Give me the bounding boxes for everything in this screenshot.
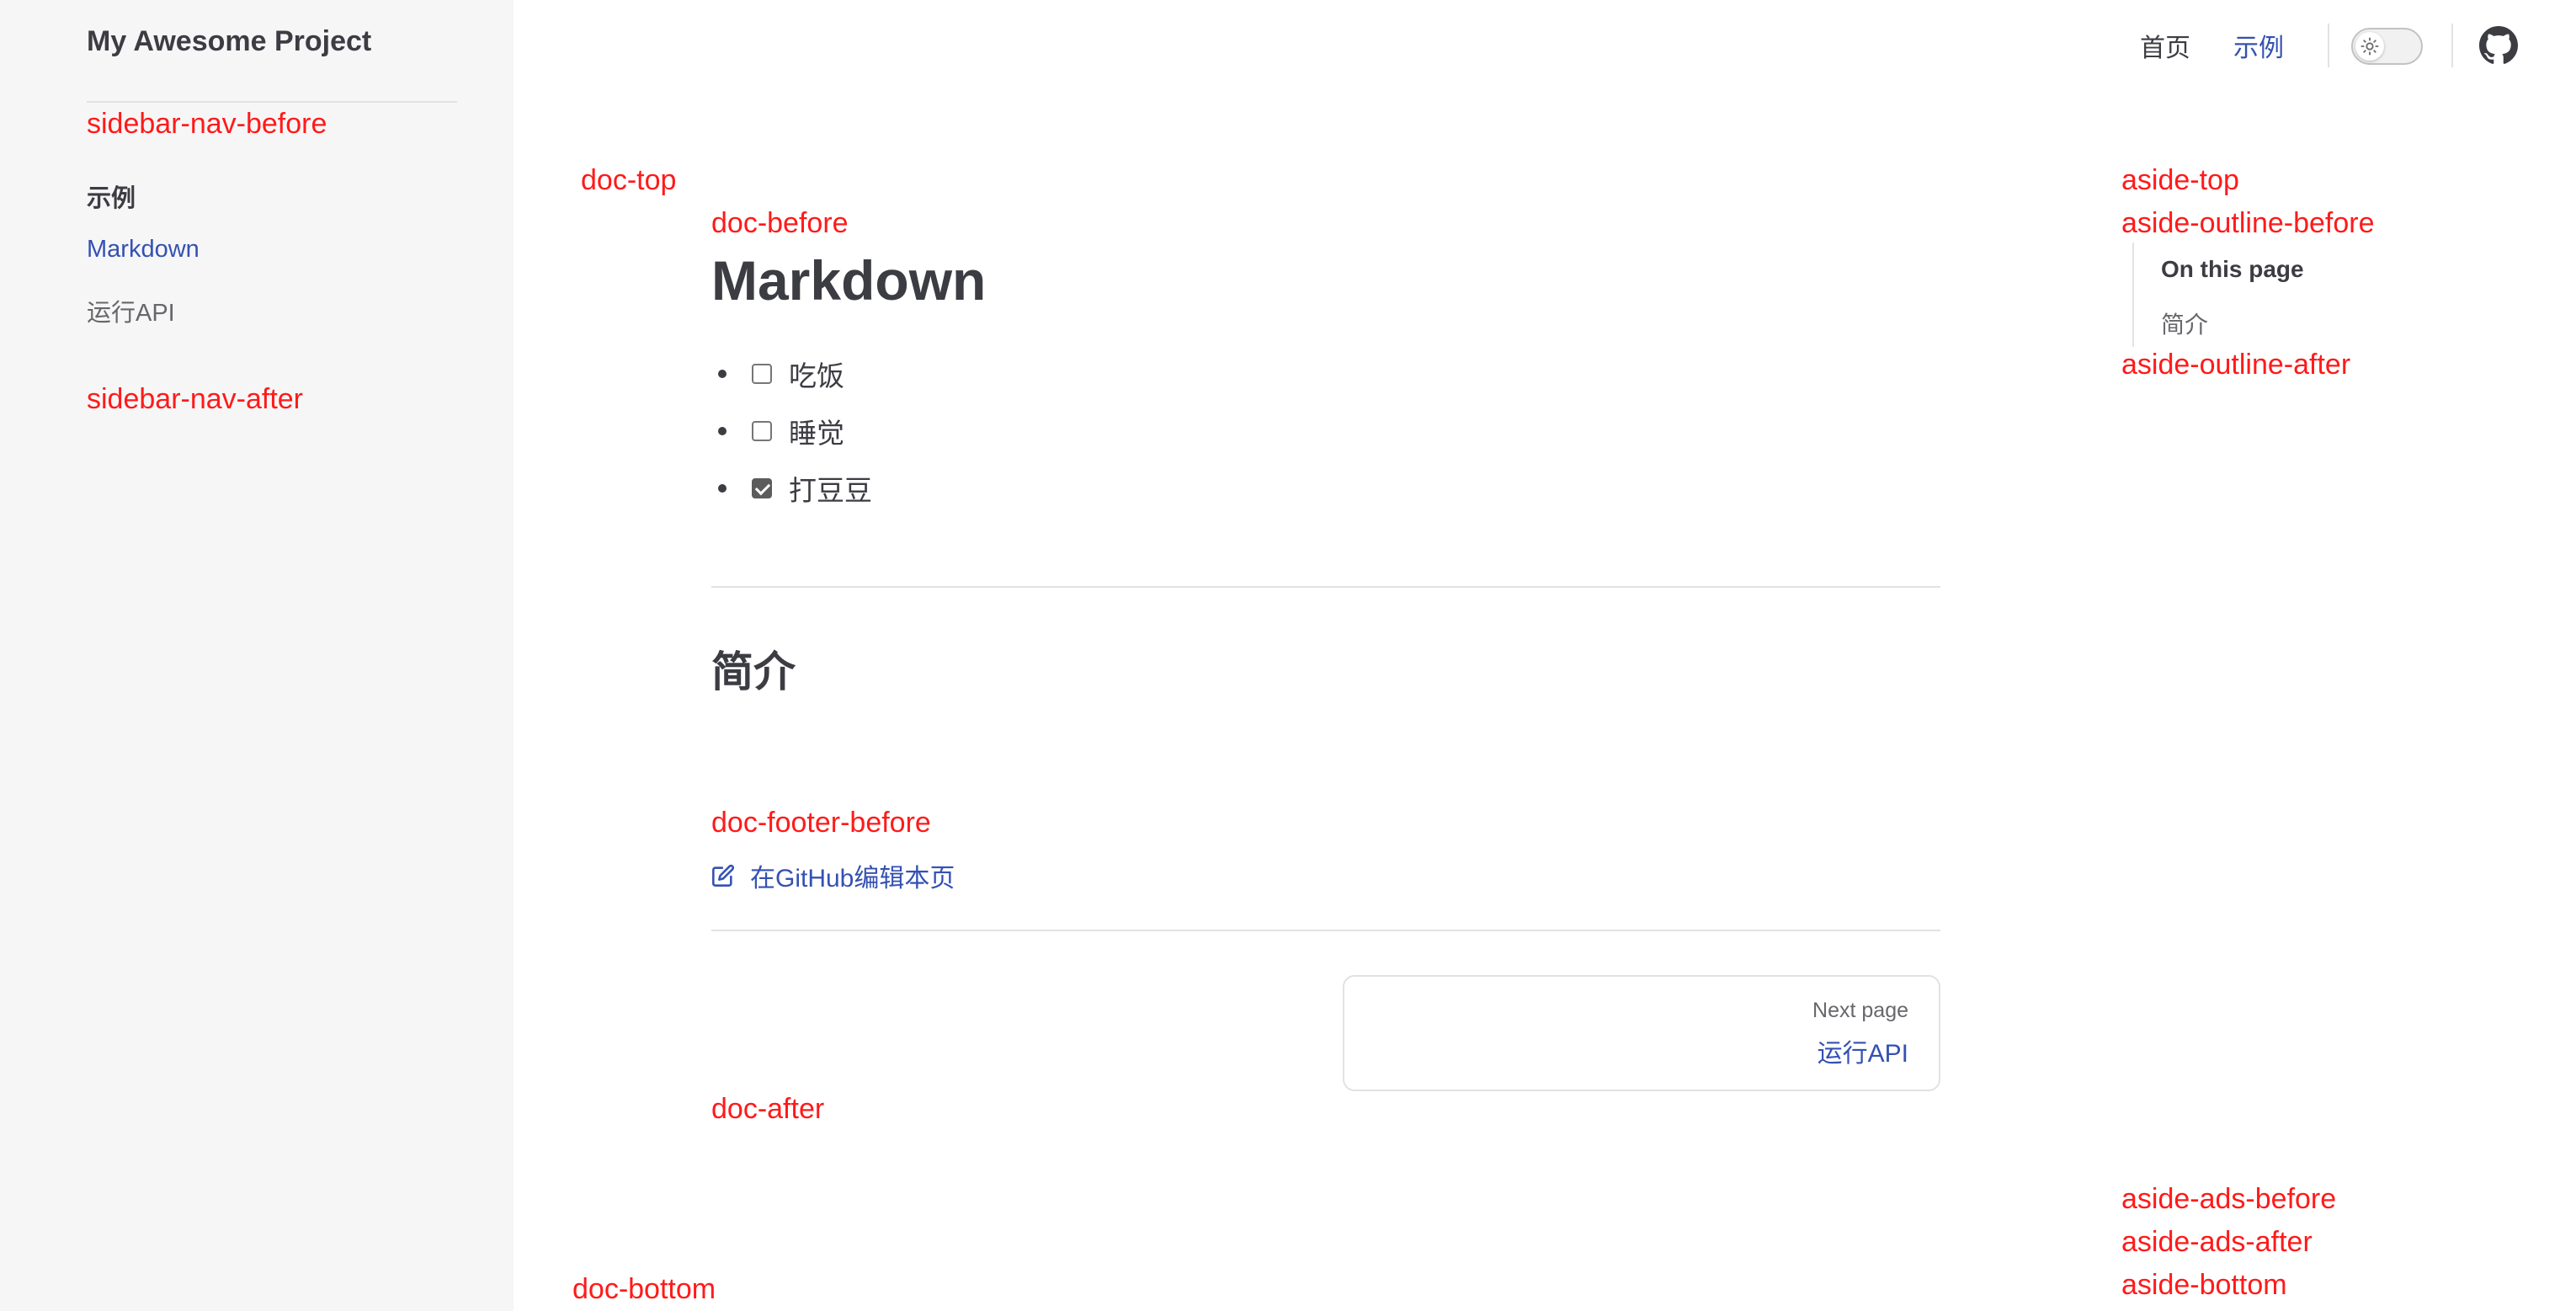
content-divider — [711, 586, 1940, 588]
slot-aside-ads-after: aside-ads-after — [2121, 1226, 2313, 1258]
task-item: 打豆豆 — [718, 460, 872, 517]
task-checkbox[interactable] — [752, 364, 772, 384]
task-item: 吃饭 — [718, 345, 872, 402]
slot-doc-bottom: doc-bottom — [572, 1273, 716, 1305]
slot-aside-top: aside-top — [2121, 164, 2239, 196]
page-title: Markdown — [711, 249, 987, 312]
site-title[interactable]: My Awesome Project — [87, 25, 371, 58]
footer-divider — [711, 930, 1940, 931]
slot-doc-after: doc-after — [711, 1093, 825, 1125]
bullet-icon — [718, 370, 726, 378]
edit-on-github-link[interactable]: 在GitHub编辑本页 — [711, 857, 955, 894]
slot-doc-top: doc-top — [581, 164, 677, 196]
slot-aside-outline-after: aside-outline-after — [2121, 349, 2351, 381]
slot-aside-ads-before: aside-ads-before — [2121, 1183, 2337, 1215]
sidebar-item-markdown[interactable]: Markdown — [87, 236, 200, 264]
next-page-title: 运行API — [1817, 1040, 1908, 1068]
sun-icon — [2355, 32, 2384, 61]
nav-divider — [2328, 24, 2329, 67]
sidebar-divider — [87, 101, 457, 103]
edit-link-label: 在GitHub编辑本页 — [750, 865, 955, 893]
task-label: 吃饭 — [789, 360, 844, 392]
task-list: 吃饭 睡觉 打豆豆 — [718, 345, 872, 517]
sidebar: My Awesome Project sidebar-nav-before 示例… — [0, 0, 514, 1311]
sidebar-group-title: 示例 — [87, 185, 136, 212]
task-checkbox[interactable] — [752, 478, 772, 498]
task-label: 打豆豆 — [789, 475, 872, 506]
outline-item[interactable]: 简介 — [2161, 306, 2208, 340]
task-checkbox[interactable] — [752, 421, 772, 441]
slot-aside-outline-before: aside-outline-before — [2121, 207, 2375, 239]
nav-example-link[interactable]: 示例 — [2233, 27, 2284, 64]
outline-marker — [2132, 242, 2134, 347]
slot-doc-before: doc-before — [711, 207, 849, 239]
bullet-icon — [718, 484, 726, 493]
slot-aside-bottom: aside-bottom — [2121, 1269, 2287, 1301]
slot-sidebar-nav-after: sidebar-nav-after — [87, 383, 304, 415]
slot-doc-footer-before: doc-footer-before — [711, 807, 931, 839]
task-item: 睡觉 — [718, 402, 872, 460]
bullet-icon — [718, 427, 726, 435]
next-page-card[interactable]: Next page 运行API — [1343, 975, 1940, 1091]
appearance-toggle[interactable] — [2351, 28, 2423, 65]
slot-sidebar-nav-before: sidebar-nav-before — [87, 108, 327, 140]
github-icon[interactable] — [2479, 26, 2518, 65]
outline-title: On this page — [2161, 256, 2304, 282]
nav-divider — [2451, 24, 2453, 67]
section-heading: 简介 — [711, 648, 796, 695]
task-label: 睡觉 — [789, 418, 844, 449]
next-page-desc: Next page — [1812, 999, 1908, 1022]
nav-home-link[interactable]: 首页 — [2140, 27, 2190, 64]
sidebar-item-run-api[interactable]: 运行API — [87, 293, 175, 328]
edit-icon — [712, 864, 735, 887]
